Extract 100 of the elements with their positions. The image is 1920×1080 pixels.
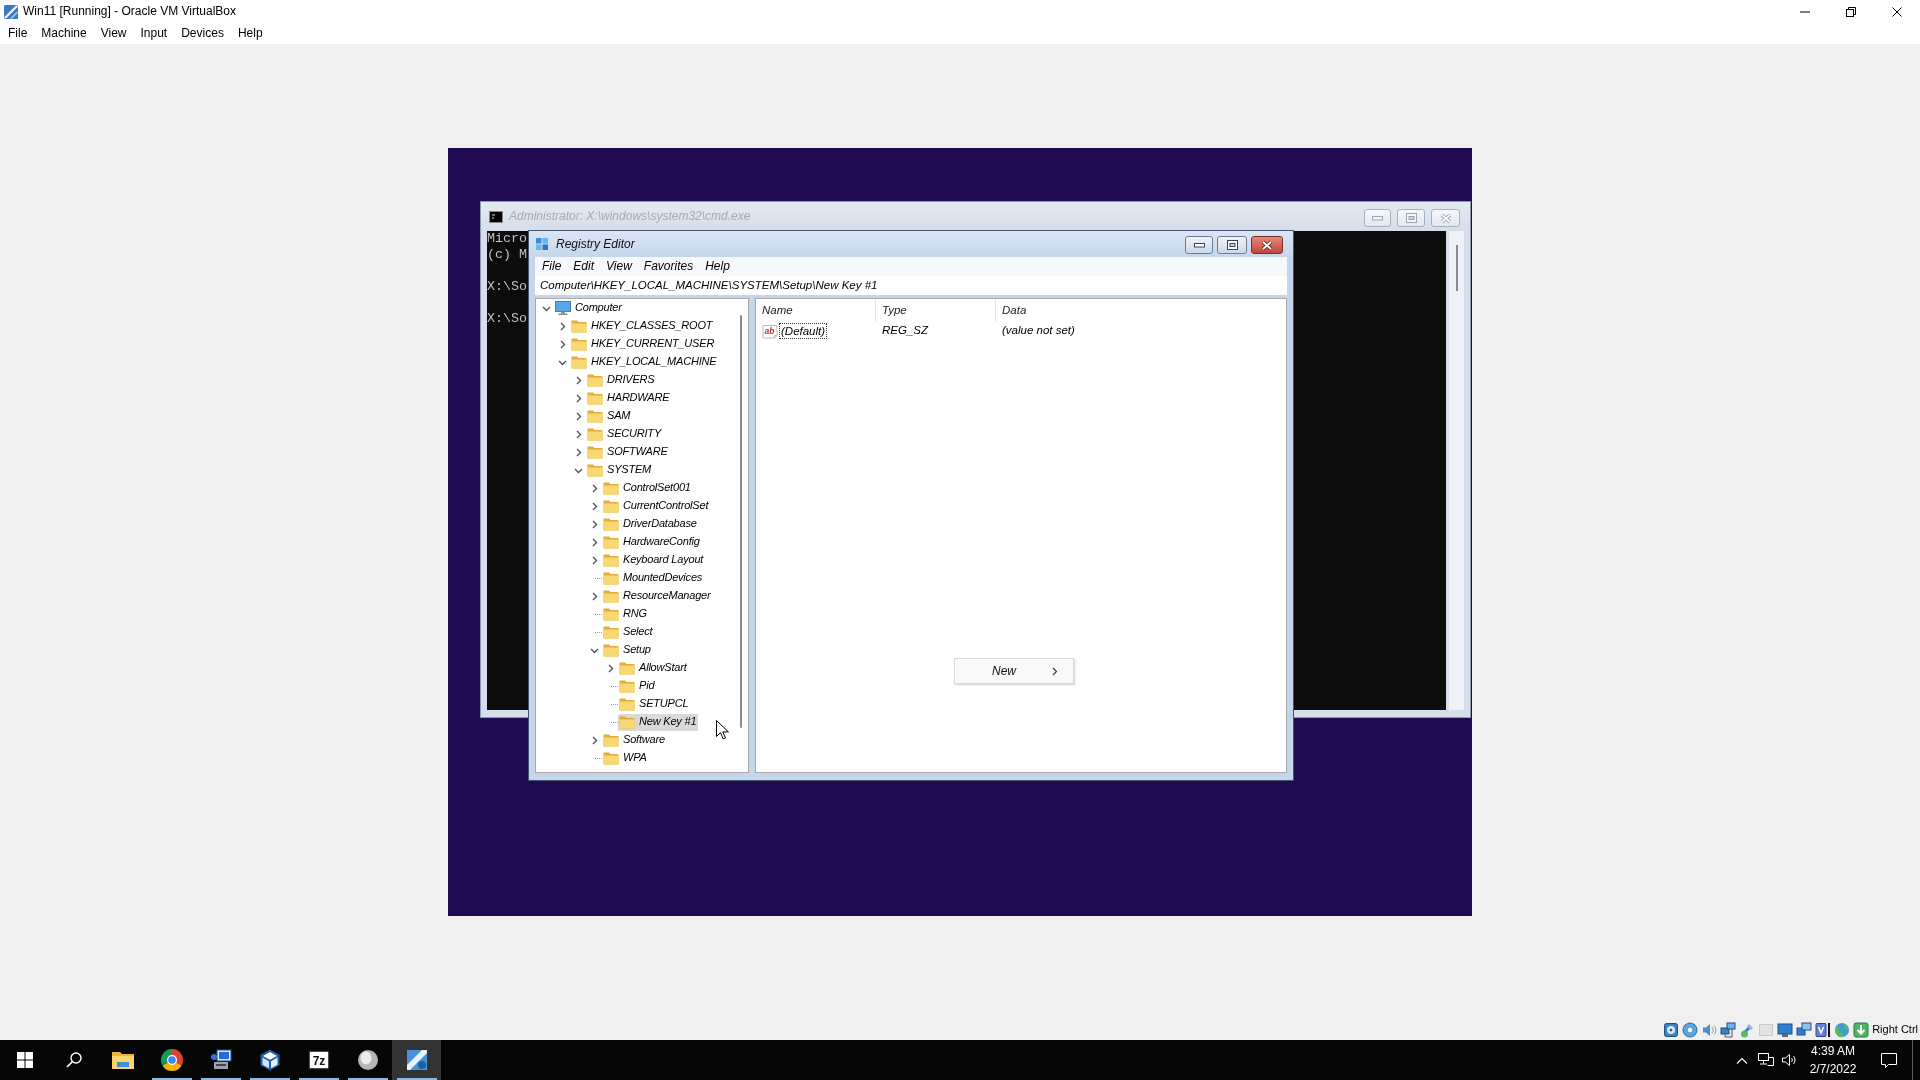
menu-item[interactable]: View xyxy=(93,23,134,44)
tree-item[interactable]: New Key #1 xyxy=(618,713,699,731)
tree-item[interactable]: HKEY_CURRENT_USER xyxy=(570,335,717,353)
folder-icon xyxy=(587,463,603,477)
maximize-button[interactable] xyxy=(1217,236,1247,254)
close-icon xyxy=(1892,6,1902,17)
letter-tile-icon: 7z xyxy=(306,1048,331,1072)
mouse-pointer-icon xyxy=(716,720,729,740)
tree-item[interactable]: ControlSet001 xyxy=(602,479,693,497)
menu-item[interactable]: Favorites xyxy=(637,257,700,276)
display-icon[interactable] xyxy=(1777,1022,1794,1038)
start-icon xyxy=(16,1052,33,1068)
network-icon[interactable] xyxy=(1720,1022,1737,1038)
scrollbar-thumb[interactable] xyxy=(1455,245,1458,291)
tree-item[interactable]: SETUPCL xyxy=(618,695,691,713)
clock-date[interactable]: 2/7/2022 xyxy=(1809,1060,1857,1078)
speech-bubble-icon xyxy=(1880,1051,1898,1069)
tree-item[interactable]: SECURITY xyxy=(586,425,664,443)
folder-icon xyxy=(603,553,619,567)
tree-item[interactable]: HKEY_CLASSES_ROOT xyxy=(570,317,715,335)
folder-icon xyxy=(603,571,619,585)
clock-time[interactable]: 4:39 AM xyxy=(1811,1042,1855,1060)
maximize-icon xyxy=(1226,240,1238,250)
menu-item[interactable]: New xyxy=(955,659,1073,683)
tree-item[interactable]: HARDWARE xyxy=(586,389,672,407)
tree-item[interactable]: DRIVERS xyxy=(586,371,657,389)
tricolor-circle-icon xyxy=(159,1048,184,1072)
menu-item[interactable]: Help xyxy=(699,257,736,276)
menu-item[interactable]: Help xyxy=(230,23,270,44)
column-header[interactable]: Data xyxy=(996,299,1286,322)
folder-icon xyxy=(603,607,619,621)
folder-icon xyxy=(571,319,587,333)
tree-item[interactable]: Keyboard Layout xyxy=(602,551,706,569)
menu-item[interactable]: File xyxy=(536,257,568,276)
minimize-icon xyxy=(1800,10,1810,13)
tree-item[interactable]: RNG xyxy=(602,605,649,623)
tree-item[interactable]: Computer xyxy=(554,299,624,317)
folder-icon xyxy=(587,445,603,459)
tree-item[interactable]: HKEY_LOCAL_MACHINE xyxy=(570,353,719,371)
folder-icon xyxy=(110,1050,135,1070)
tree-item[interactable]: CurrentControlSet xyxy=(602,497,711,515)
value-name[interactable]: (Default) xyxy=(779,323,828,339)
menu-item[interactable]: Input xyxy=(133,23,175,44)
folder-icon xyxy=(603,517,619,531)
column-header[interactable]: Name xyxy=(756,299,876,322)
usb-icon[interactable] xyxy=(1739,1022,1756,1038)
value-data: (value not set) xyxy=(1002,324,1075,337)
tree-item[interactable]: ResourceManager xyxy=(602,587,713,605)
close-button[interactable] xyxy=(1251,236,1283,254)
tree-item[interactable]: MountedDevices xyxy=(602,569,705,587)
tree-item[interactable]: HardwareConfig xyxy=(602,533,702,551)
tree-item[interactable]: SAM xyxy=(586,407,633,425)
menu-item[interactable]: View xyxy=(600,257,638,276)
tree-item[interactable]: AllowStart xyxy=(618,659,689,677)
folder-icon xyxy=(603,499,619,513)
address-bar[interactable]: Computer\HKEY_LOCAL_MACHINE\SYSTEM\Setup\New Key #1 xyxy=(535,276,1287,295)
column-header[interactable]: Type xyxy=(876,299,996,322)
tree-item[interactable]: DriverDatabase xyxy=(602,515,699,533)
menu-item[interactable]: Devices xyxy=(174,23,231,44)
scrollbar-thumb[interactable] xyxy=(740,315,742,728)
folder-icon xyxy=(603,625,619,639)
folder-icon xyxy=(619,679,635,693)
console-line: Micro xyxy=(487,231,527,247)
folder-icon xyxy=(587,391,603,405)
tree-item[interactable]: Software xyxy=(602,731,667,749)
folder-icon xyxy=(587,427,603,441)
tree-item[interactable]: Select xyxy=(602,623,655,641)
tree-item[interactable]: WPA xyxy=(602,749,649,767)
sphere-icon xyxy=(355,1048,380,1072)
search-icon xyxy=(65,1052,82,1068)
maximize-icon xyxy=(1405,213,1417,223)
folder-icon xyxy=(587,409,603,423)
arrow-down-icon[interactable] xyxy=(1853,1022,1870,1038)
chevron-up-icon xyxy=(1736,1056,1748,1064)
dual-screen-icon[interactable] xyxy=(1796,1022,1813,1038)
window-title: Win11 [Running] - Oracle VM VirtualBox xyxy=(23,4,236,19)
optical-disc-icon[interactable] xyxy=(1682,1022,1699,1038)
chip-icon[interactable] xyxy=(1815,1022,1832,1038)
taskbar-button[interactable] xyxy=(392,1040,441,1080)
computer-icon xyxy=(555,301,571,315)
folder-icon xyxy=(603,751,619,765)
minimize-button[interactable] xyxy=(1185,236,1213,254)
string-value-icon: ab xyxy=(762,323,778,339)
host-key-label: Right Ctrl xyxy=(1872,1023,1918,1037)
speaker-icon[interactable] xyxy=(1701,1022,1718,1038)
scrollbar[interactable] xyxy=(1449,231,1464,710)
tree-item[interactable]: SOFTWARE xyxy=(586,443,670,461)
folder-icon xyxy=(603,535,619,549)
folder-icon xyxy=(587,373,603,387)
menu-item[interactable]: Machine xyxy=(34,23,94,44)
menu-item[interactable]: File xyxy=(1,23,35,44)
folder-icon xyxy=(603,733,619,747)
folder-icon xyxy=(603,643,619,657)
console-line: X:\So xyxy=(487,279,527,295)
tree-item[interactable]: Setup xyxy=(602,641,653,659)
tree-item[interactable]: SYSTEM xyxy=(586,461,654,479)
window-title: Administrator: X:\windows\system32\cmd.exe xyxy=(509,209,751,224)
folder-icon xyxy=(619,697,635,711)
tree-item[interactable]: Pid xyxy=(618,677,657,695)
menu-item[interactable]: Edit xyxy=(567,257,601,276)
